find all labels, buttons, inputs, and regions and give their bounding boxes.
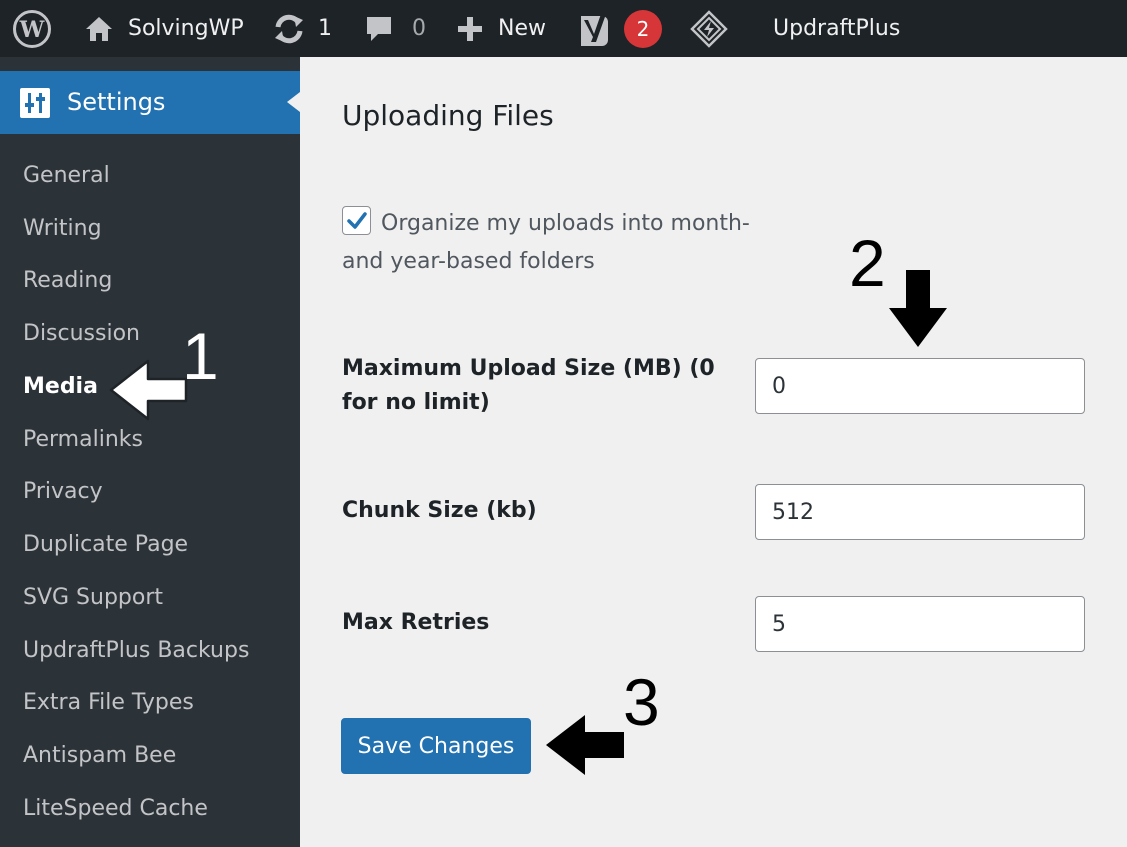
checkmark-icon: [347, 212, 367, 229]
wordpress-logo-icon[interactable]: W: [12, 0, 52, 57]
chunk-size-input[interactable]: [755, 484, 1085, 540]
sidebar-item-privacy[interactable]: Privacy: [23, 472, 103, 512]
step-3-number: 3: [623, 665, 660, 739]
step-1-number: 1: [182, 319, 219, 393]
settings-menu-title: Settings: [67, 88, 166, 116]
sidebar-item-permalinks[interactable]: Permalinks: [23, 420, 143, 460]
sidebar-item-antispam-bee[interactable]: Antispam Bee: [23, 736, 176, 776]
plus-icon: [458, 16, 482, 41]
updraftplus-menu[interactable]: UpdraftPlus: [773, 0, 900, 57]
updates-icon: [275, 14, 303, 43]
organize-uploads-label: Organize my uploads into month- and year…: [342, 211, 750, 274]
sidebar-item-general[interactable]: General: [23, 156, 110, 196]
admin-sidebar: Settings General Writing Reading Discuss…: [0, 57, 300, 847]
comments-count: 0: [412, 16, 426, 41]
yoast-notification-badge: 2: [624, 9, 662, 48]
organize-uploads-option: Organize my uploads into month- and year…: [342, 205, 752, 281]
svg-text:W: W: [19, 17, 45, 43]
site-home-link[interactable]: SolvingWP: [84, 0, 244, 57]
organize-uploads-checkbox[interactable]: [342, 206, 371, 235]
comments-link[interactable]: 0: [364, 0, 426, 57]
home-icon: [86, 16, 112, 41]
sidebar-item-svg-support[interactable]: SVG Support: [23, 578, 163, 618]
litespeed-menu[interactable]: [690, 0, 728, 57]
max-retries-input[interactable]: [755, 596, 1085, 652]
sidebar-item-media[interactable]: Media: [23, 367, 98, 407]
max-upload-size-label: Maximum Upload Size (MB) (0 for no limit…: [342, 356, 715, 415]
admin-bar: W SolvingWP 1 0 New 2 UpdraftPlus: [0, 0, 1127, 57]
sidebar-item-duplicate-page[interactable]: Duplicate Page: [23, 525, 188, 565]
site-name: SolvingWP: [128, 16, 244, 41]
comment-icon: [367, 16, 391, 41]
litespeed-icon: [690, 9, 728, 48]
sidebar-item-extra-file-types[interactable]: Extra File Types: [23, 683, 194, 723]
sidebar-item-litespeed-cache[interactable]: LiteSpeed Cache: [23, 789, 208, 829]
media-settings-panel: Uploading Files Organize my uploads into…: [300, 57, 1127, 847]
sidebar-item-discussion[interactable]: Discussion: [23, 314, 140, 354]
current-menu-pointer: [287, 92, 300, 112]
section-heading: Uploading Files: [342, 99, 554, 132]
max-upload-size-input[interactable]: [755, 358, 1085, 414]
sidebar-item-updraftplus-backups[interactable]: UpdraftPlus Backups: [23, 631, 249, 671]
new-content-link[interactable]: New: [456, 0, 546, 57]
save-changes-button[interactable]: Save Changes: [341, 718, 531, 774]
max-retries-label: Max Retries: [342, 610, 490, 635]
updraftplus-label: UpdraftPlus: [773, 16, 901, 41]
yoast-icon: [581, 13, 608, 46]
updates-link[interactable]: 1: [272, 0, 332, 57]
sidebar-item-reading[interactable]: Reading: [23, 261, 112, 301]
step-2-number: 2: [849, 226, 886, 300]
new-label: New: [498, 16, 546, 41]
sidebar-item-writing[interactable]: Writing: [23, 209, 102, 249]
updates-count: 1: [318, 16, 332, 41]
yoast-menu[interactable]: 2: [578, 0, 662, 57]
chunk-size-label: Chunk Size (kb): [342, 498, 537, 523]
settings-menu-header[interactable]: Settings: [0, 71, 300, 134]
settings-sliders-icon: [20, 88, 50, 118]
